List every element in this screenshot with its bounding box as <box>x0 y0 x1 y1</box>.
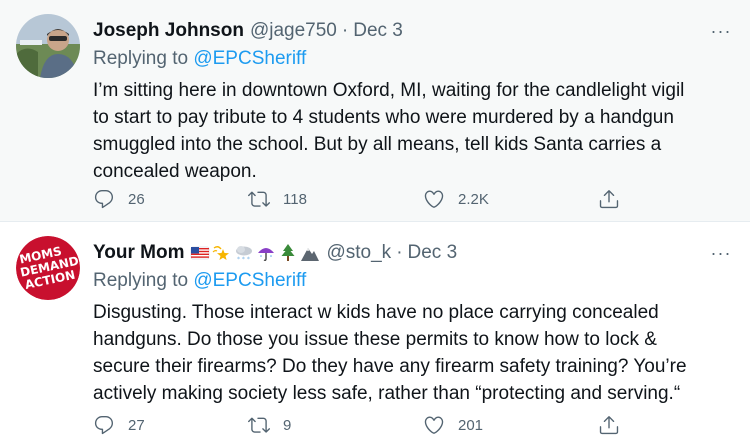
reply-button[interactable]: 27 <box>93 414 145 436</box>
umbrella-icon <box>258 248 275 262</box>
tweet-content: Joseph Johnson @jage750 · Dec 3 ··· Repl… <box>93 18 734 185</box>
share-icon <box>599 190 619 209</box>
tweet-date[interactable]: Dec 3 <box>353 20 403 42</box>
dizzy-star-icon <box>213 246 230 260</box>
retweet-count: 9 <box>283 416 292 434</box>
tweet-actions: 27 9 201 <box>93 412 633 438</box>
reply-count: 26 <box>128 190 145 208</box>
like-button[interactable]: 201 <box>423 414 483 436</box>
tweet-content: Your Mom * * * @sto_k · Dec 3 ··· Replyi… <box>93 240 734 407</box>
moms-demand-action-logo: MOMS DEMAND ACTION <box>16 236 80 300</box>
user-handle[interactable]: @sto_k <box>326 242 391 264</box>
share-button[interactable] <box>598 188 620 210</box>
more-options-button[interactable]: ··· <box>708 18 734 44</box>
replying-to-prefix: Replying to <box>93 48 194 69</box>
mention-link[interactable]: @EPCSheriff <box>193 48 306 69</box>
tweet-text: Disgusting. Those interact w kids have n… <box>93 302 687 404</box>
name-emojis: * * * <box>190 243 320 263</box>
like-count: 2.2K <box>458 190 489 208</box>
tweet-actions: 26 118 2.2K <box>93 186 633 212</box>
user-handle[interactable]: @jage750 <box>250 20 337 42</box>
svg-text:* * *: * * * <box>237 256 250 263</box>
retweet-button[interactable]: 9 <box>248 414 291 436</box>
tweet[interactable]: Your Mom * * * @sto_k · Dec 3 ··· Replyi… <box>0 222 750 446</box>
retweet-button[interactable]: 118 <box>248 188 307 210</box>
tweet-header: Joseph Johnson @jage750 · Dec 3 <box>93 18 734 44</box>
heart-icon <box>424 416 444 434</box>
mountain-icon <box>301 248 320 261</box>
more-options-button[interactable]: ··· <box>708 240 734 266</box>
evergreen-tree-icon <box>281 244 295 261</box>
tweet-text: I’m sitting here in downtown Oxford, MI,… <box>93 80 685 182</box>
replying-to: Replying to @EPCSheriff <box>93 268 734 294</box>
reply-icon <box>94 190 114 209</box>
reply-icon <box>94 416 114 435</box>
separator: · <box>341 20 349 41</box>
like-button[interactable]: 2.2K <box>423 188 489 210</box>
heart-icon <box>424 190 444 208</box>
like-count: 201 <box>458 416 484 434</box>
reply-button[interactable]: 26 <box>93 188 145 210</box>
replying-to: Replying to @EPCSheriff <box>93 46 734 72</box>
retweet-count: 118 <box>283 190 307 208</box>
user-avatar[interactable]: MOMS DEMAND ACTION <box>16 236 80 300</box>
reply-count: 27 <box>128 416 145 434</box>
share-button[interactable] <box>598 414 620 436</box>
replying-to-prefix: Replying to <box>93 270 194 291</box>
avatar-photo <box>16 14 80 78</box>
tweet-header: Your Mom * * * @sto_k · Dec 3 <box>93 240 734 266</box>
separator: · <box>396 242 403 263</box>
display-name[interactable]: Joseph Johnson <box>93 20 244 42</box>
us-flag-icon <box>191 246 210 260</box>
user-avatar[interactable] <box>16 14 80 78</box>
display-name[interactable]: Your Mom <box>93 242 184 264</box>
tweet[interactable]: Joseph Johnson @jage750 · Dec 3 ··· Repl… <box>0 0 750 222</box>
mention-link[interactable]: @EPCSheriff <box>193 270 306 291</box>
retweet-icon <box>248 191 270 207</box>
retweet-icon <box>248 417 270 433</box>
snow-cloud-icon: * * * <box>236 246 253 263</box>
share-icon <box>599 416 619 435</box>
tweet-date[interactable]: Dec 3 <box>408 242 458 264</box>
